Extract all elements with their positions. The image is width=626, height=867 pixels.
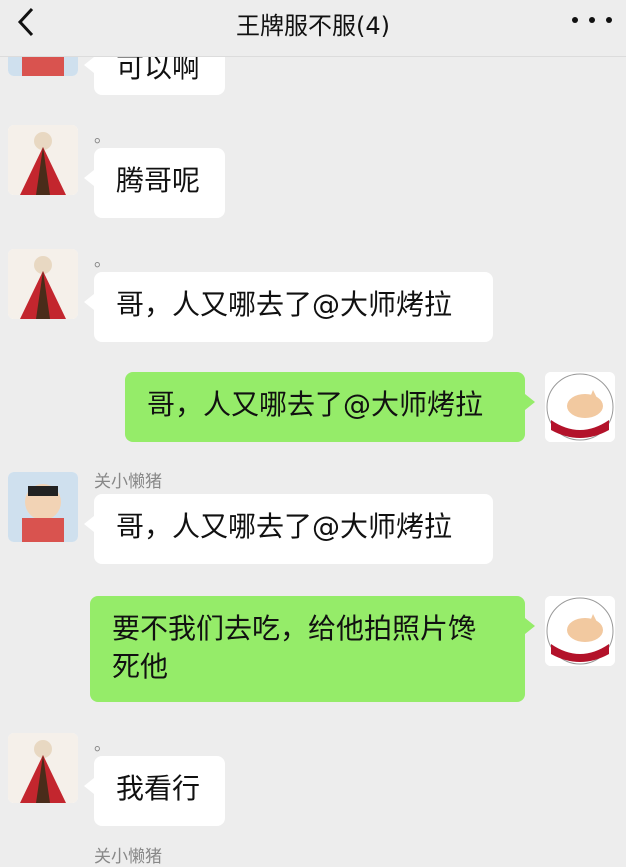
message-bubble[interactable]: 我看行 xyxy=(84,756,225,826)
sender-name: 。 xyxy=(94,251,111,271)
avatar-self-cat[interactable] xyxy=(545,372,615,442)
chat-title: 王牌服不服(4) xyxy=(236,12,390,40)
avatar-crayon[interactable] xyxy=(8,472,78,542)
message-bubble[interactable]: 腾哥呢 xyxy=(84,148,225,218)
sender-name: 关小懒猪 xyxy=(94,847,162,867)
sender-name: 。 xyxy=(94,127,111,147)
avatar-self-cat[interactable] xyxy=(545,596,615,666)
avatar-monk[interactable] xyxy=(8,125,78,195)
message-bubble-outgoing[interactable]: 哥，人又哪去了@大师烤拉 xyxy=(125,372,535,442)
avatar-monk[interactable] xyxy=(8,733,78,803)
avatar-monk[interactable] xyxy=(8,249,78,319)
sender-name: 关小懒猪 xyxy=(94,472,162,492)
sender-name: 。 xyxy=(94,735,111,755)
chat-header: 王牌服不服(4) xyxy=(0,0,626,57)
more-dots-icon[interactable] xyxy=(572,8,612,32)
message-bubble-outgoing[interactable]: 要不我们去吃，给他拍照片馋死他 xyxy=(90,596,535,702)
message-bubble[interactable]: 哥，人又哪去了@大师烤拉 xyxy=(84,494,493,564)
message-bubble[interactable]: 哥，人又哪去了@大师烤拉 xyxy=(84,272,493,342)
